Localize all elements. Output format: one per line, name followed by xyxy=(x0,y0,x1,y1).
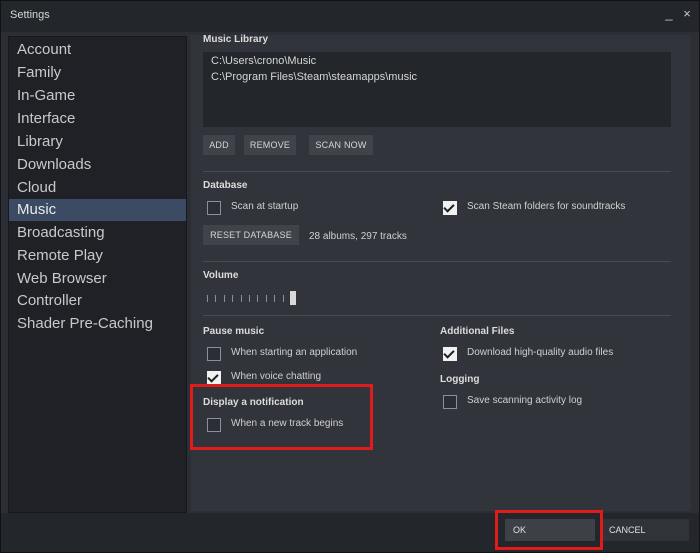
sidebar-item-broadcasting[interactable]: Broadcasting xyxy=(9,222,186,244)
volume-slider-handle[interactable] xyxy=(290,291,296,305)
volume-title: Volume xyxy=(203,270,239,281)
logging-title: Logging xyxy=(440,374,480,385)
checkmark-icon xyxy=(443,347,455,359)
volume-tick-mark xyxy=(265,295,267,302)
checkmark-icon xyxy=(443,201,455,213)
minimize-button[interactable]: _ xyxy=(662,6,676,22)
ok-highlight-box xyxy=(495,510,603,550)
pause-voice-chat-checkbox[interactable] xyxy=(207,371,221,385)
remove-button[interactable]: REMOVE xyxy=(244,135,296,155)
divider xyxy=(203,171,671,172)
volume-tick-mark xyxy=(274,295,276,302)
music-library-title: Music Library xyxy=(203,34,269,45)
reset-database-button[interactable]: RESET DATABASE xyxy=(203,225,299,245)
sidebar-item-cloud[interactable]: Cloud xyxy=(9,177,186,199)
scan-steam-folders-label: Scan Steam folders for soundtracks xyxy=(467,201,626,212)
pause-starting-app-label: When starting an application xyxy=(231,347,358,358)
scan-startup-label: Scan at startup xyxy=(231,201,299,212)
library-path-item[interactable]: C:\Users\crono\Music xyxy=(211,55,316,67)
hq-audio-label: Download high-quality audio files xyxy=(467,347,614,358)
cancel-button[interactable]: CANCEL xyxy=(601,519,689,541)
scan-startup-checkbox[interactable] xyxy=(207,201,221,215)
additional-files-title: Additional Files xyxy=(440,326,515,337)
window-title: Settings xyxy=(10,9,50,21)
database-title: Database xyxy=(203,180,248,191)
volume-tick-mark xyxy=(257,295,259,302)
music-library-list[interactable]: C:\Users\crono\Music C:\Program Files\St… xyxy=(203,52,671,127)
volume-tick-mark xyxy=(223,295,225,302)
database-stats: 28 albums, 297 tracks xyxy=(309,231,407,242)
settings-sidebar: Account Family In-Game Interface Library… xyxy=(8,36,187,513)
sidebar-item-downloads[interactable]: Downloads xyxy=(9,154,186,176)
checkmark-icon xyxy=(207,371,219,383)
add-button[interactable]: ADD xyxy=(203,135,235,155)
sidebar-item-family[interactable]: Family xyxy=(9,62,186,84)
close-button[interactable]: × xyxy=(680,6,694,22)
volume-tick-mark xyxy=(207,295,208,302)
sidebar-item-library[interactable]: Library xyxy=(9,131,186,153)
pause-voice-chat-label: When voice chatting xyxy=(231,371,322,382)
sidebar-item-interface[interactable]: Interface xyxy=(9,108,186,130)
sidebar-item-web-browser[interactable]: Web Browser xyxy=(9,268,186,290)
sidebar-item-in-game[interactable]: In-Game xyxy=(9,85,186,107)
sidebar-item-remote-play[interactable]: Remote Play xyxy=(9,245,186,267)
volume-tick-mark xyxy=(282,295,284,302)
hq-audio-checkbox[interactable] xyxy=(443,347,457,361)
pause-music-title: Pause music xyxy=(203,326,265,337)
library-path-item[interactable]: C:\Program Files\Steam\steamapps\music xyxy=(211,71,417,83)
sidebar-item-music[interactable]: Music xyxy=(9,199,186,221)
save-log-label: Save scanning activity log xyxy=(467,395,583,406)
scan-now-button[interactable]: SCAN NOW xyxy=(309,135,373,155)
sidebar-item-account[interactable]: Account xyxy=(9,39,186,61)
volume-tick-mark xyxy=(232,295,234,302)
title-bar: Settings _ × xyxy=(1,1,699,32)
pause-starting-app-checkbox[interactable] xyxy=(207,347,221,361)
volume-slider-track[interactable] xyxy=(207,295,303,305)
volume-tick-mark xyxy=(249,295,250,302)
notification-highlight-box xyxy=(190,384,373,450)
scan-steam-folders-checkbox[interactable] xyxy=(443,201,457,215)
volume-tick-mark xyxy=(215,295,217,302)
divider xyxy=(203,315,671,316)
sidebar-item-controller[interactable]: Controller xyxy=(9,290,186,312)
save-log-checkbox[interactable] xyxy=(443,395,457,409)
sidebar-item-shader-pre-caching[interactable]: Shader Pre-Caching xyxy=(9,313,186,335)
divider xyxy=(203,261,671,262)
volume-tick-mark xyxy=(240,295,242,302)
settings-window: Settings _ × Account Family In-Game Inte… xyxy=(0,0,700,553)
